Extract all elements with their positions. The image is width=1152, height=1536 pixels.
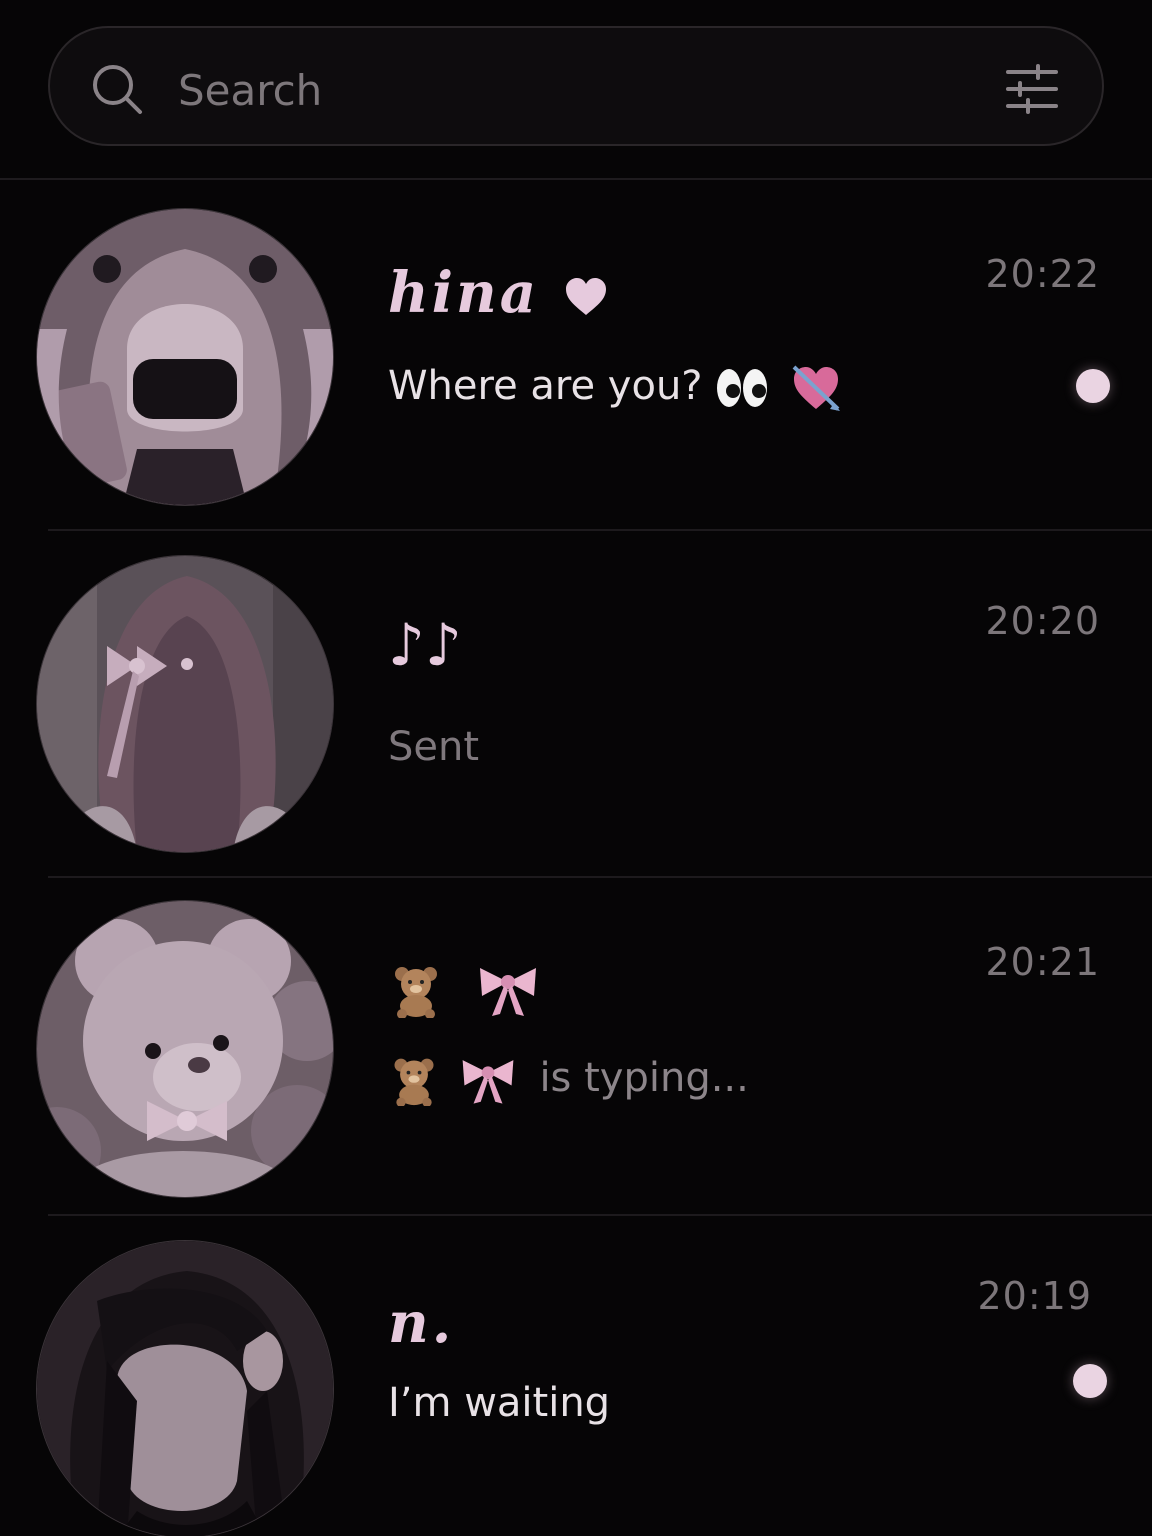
- chat-time: 20:21: [985, 940, 1100, 984]
- chat-preview-text: Where are you?: [388, 363, 716, 409]
- unread-indicator: [1073, 1364, 1107, 1398]
- chat-preview: I’m waiting: [388, 1380, 611, 1426]
- chat-preview: is typing...: [388, 1054, 749, 1106]
- teddy-bear-icon: [394, 1058, 434, 1106]
- chat-row-hina[interactable]: hina Where are you? 20:22: [0, 180, 1152, 530]
- chat-name: hina: [388, 260, 608, 326]
- chat-list-screen: hina Where are you? 20:22: [0, 0, 1152, 1536]
- chat-name-text: hina: [388, 260, 539, 326]
- avatar-teddy-bear: [36, 900, 334, 1198]
- chat-row-music[interactable]: ♪♪ Sent 20:20: [0, 531, 1152, 876]
- chat-preview: Sent: [388, 724, 480, 770]
- chat-name: ♪♪: [388, 611, 463, 679]
- avatar-dark-hair: [36, 1240, 334, 1536]
- eyes-icon: [717, 369, 768, 407]
- teddy-bear-icon: [395, 966, 437, 1018]
- ribbon-icon: [479, 967, 536, 1016]
- avatar-girl-ribbon: [36, 555, 334, 853]
- chat-row-teddy[interactable]: is typing... 20:21: [0, 878, 1152, 1214]
- avatar-girl-mask: [36, 208, 334, 506]
- chat-row-n[interactable]: n. I’m waiting 20:19: [0, 1216, 1152, 1536]
- sliders-icon[interactable]: [1004, 64, 1060, 114]
- chat-time: 20:19: [977, 1274, 1092, 1318]
- chat-time: 20:20: [985, 599, 1100, 643]
- chat-preview: Where are you?: [388, 363, 842, 413]
- ribbon-icon: [462, 1060, 514, 1104]
- search-icon: [93, 65, 142, 114]
- typing-status: is typing...: [539, 1055, 749, 1101]
- search-bar[interactable]: [48, 26, 1104, 146]
- unread-indicator: [1076, 369, 1110, 403]
- heart-with-arrow-icon: [792, 365, 840, 411]
- chat-time: 20:22: [985, 252, 1100, 296]
- heart-icon: [565, 278, 606, 316]
- chat-name: [388, 954, 540, 1019]
- chat-name: n.: [388, 1290, 455, 1356]
- search-input[interactable]: [176, 62, 940, 118]
